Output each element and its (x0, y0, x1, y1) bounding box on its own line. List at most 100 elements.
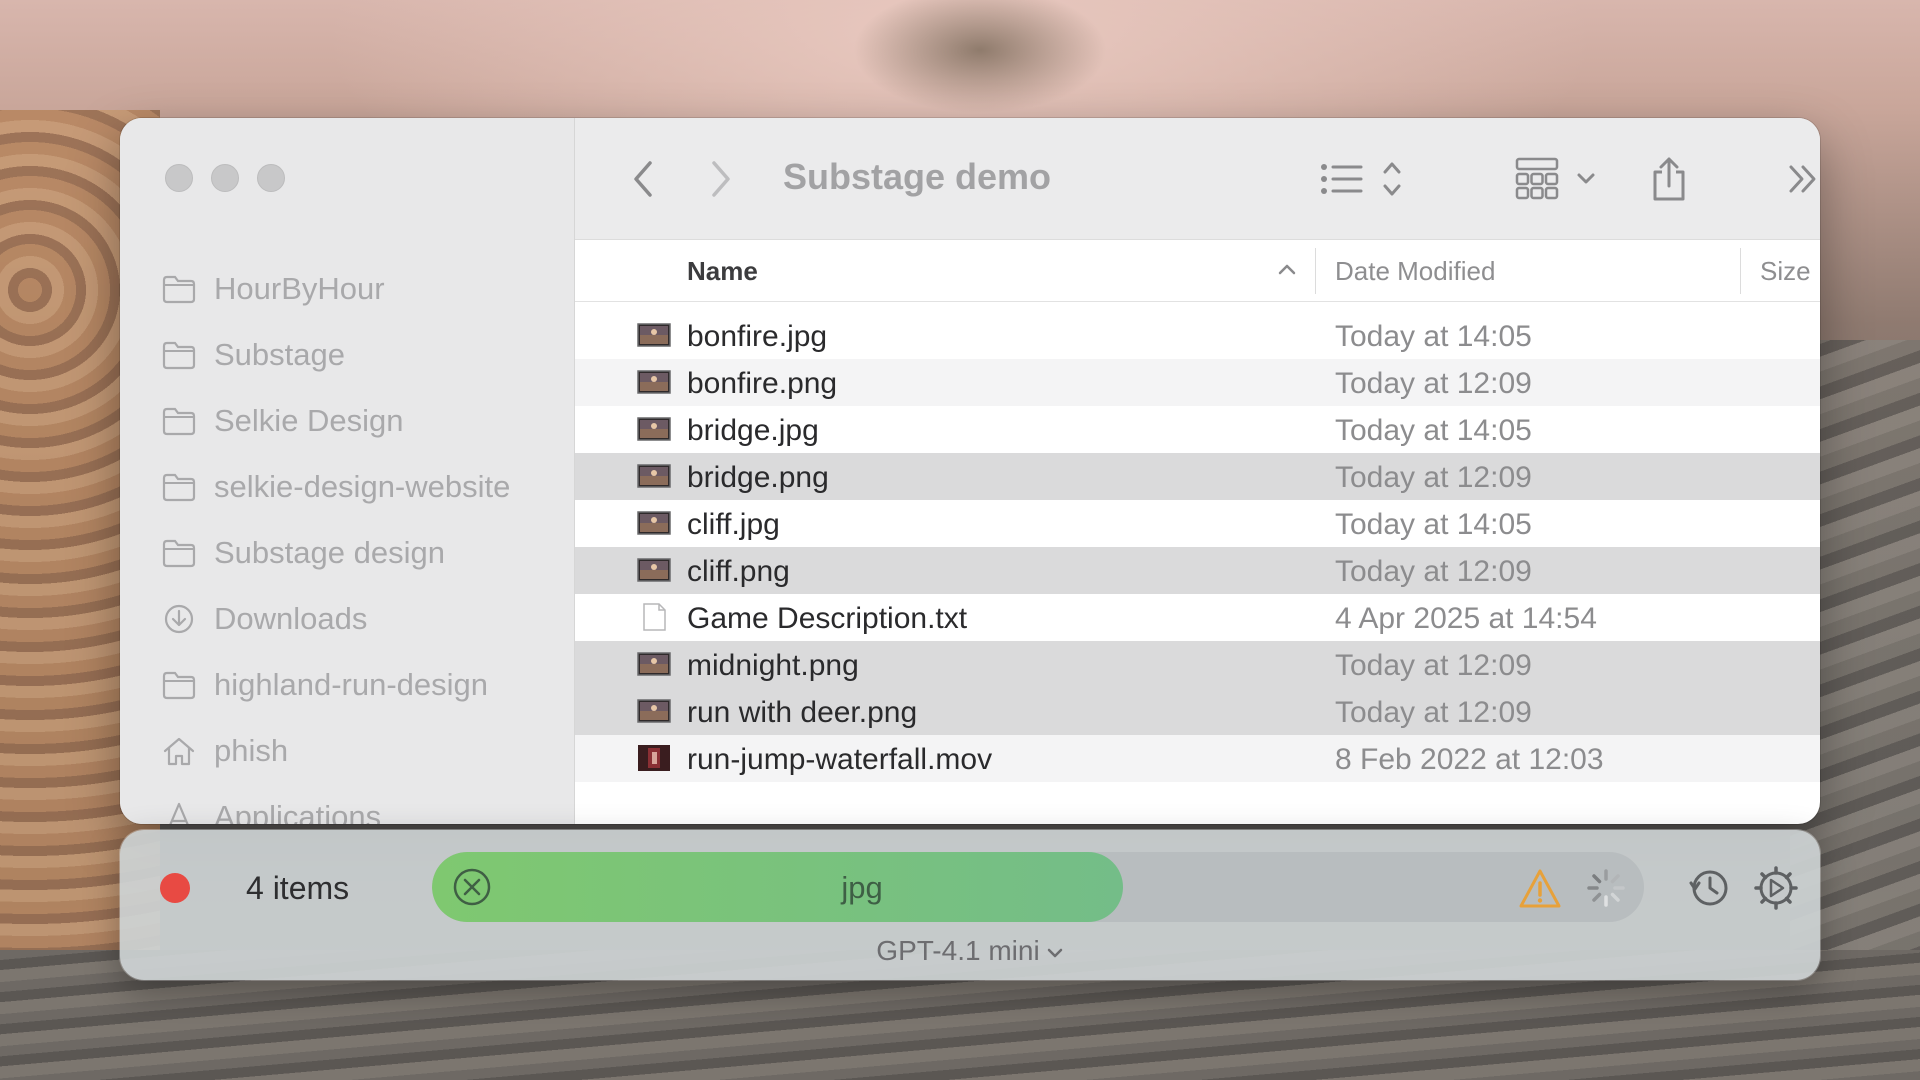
model-selector[interactable]: GPT-4.1 mini (120, 935, 1820, 967)
sidebar-item-label: Substage (214, 337, 345, 372)
sidebar-item-label: Downloads (214, 601, 368, 636)
record-indicator[interactable] (160, 873, 190, 903)
file-name: Game Description.txt (687, 602, 968, 635)
applications-icon (162, 802, 196, 824)
image-thumb-icon (637, 321, 671, 349)
sidebar-item-substage[interactable]: Substage (162, 322, 574, 388)
sidebar-item-selkie-design[interactable]: Selkie Design (162, 388, 574, 454)
model-selector-label: GPT-4.1 mini (876, 935, 1040, 966)
file-row[interactable]: bridge.jpg Today at 14:05 (575, 406, 1820, 453)
download-icon (162, 604, 196, 634)
chevron-left-icon (634, 161, 652, 197)
file-name: bridge.png (687, 461, 829, 494)
file-row[interactable]: bridge.png Today at 12:09 (575, 453, 1820, 500)
file-row[interactable]: cliff.jpg Today at 14:05 (575, 500, 1820, 547)
sidebar-item-label: highland-run-design (214, 667, 489, 702)
chevron-down-icon (1047, 948, 1062, 957)
file-name: bonfire.png (687, 367, 838, 400)
file-row[interactable]: bonfire.jpg Today at 14:05 (575, 312, 1820, 359)
file-date-modified: Today at 12:09 (1335, 367, 1532, 400)
column-divider[interactable] (1315, 248, 1316, 294)
sidebar-item-highland-run-design[interactable]: highland-run-design (162, 652, 574, 718)
file-name: cliff.jpg (687, 508, 780, 541)
column-name-header[interactable]: Name (687, 256, 758, 287)
file-name: run-jump-waterfall.mov (687, 743, 993, 776)
selected-items-count: 4 items (246, 870, 350, 906)
prompt-field[interactable]: jpg (432, 852, 1644, 922)
file-date-modified: Today at 12:09 (1335, 696, 1532, 729)
image-thumb-icon (637, 556, 671, 584)
file-row[interactable]: cliff.png Today at 12:09 (575, 547, 1820, 594)
sidebar-item-substage-design[interactable]: Substage design (162, 520, 574, 586)
file-name: bonfire.jpg (687, 320, 828, 353)
loading-spinner-icon (1587, 869, 1625, 907)
file-name: midnight.png (687, 649, 859, 682)
forward-button[interactable] (701, 154, 741, 204)
sidebar-item-label: phish (214, 733, 289, 768)
file-row[interactable]: run with deer.png Today at 12:09 (575, 688, 1820, 735)
file-name: run with deer.png (687, 696, 918, 729)
image-thumb-icon (637, 368, 671, 396)
file-date-modified: Today at 14:05 (1335, 414, 1532, 447)
window-title: Substage demo (783, 156, 1052, 197)
column-header-row: Name Date Modified Size (575, 240, 1820, 302)
file-row[interactable]: Game Description.txt 4 Apr 2025 at 14:54 (575, 594, 1820, 641)
sidebar-item-selkie-design-website[interactable]: selkie-design-website (162, 454, 574, 520)
double-chevron-right-icon (1789, 165, 1816, 193)
toolbar: Substage demo (575, 118, 1820, 240)
image-thumb-icon (637, 697, 671, 725)
list-view-button[interactable] (1320, 154, 1410, 204)
sidebar-item-label: Substage design (214, 535, 445, 570)
finder-window: HourByHour Substage Selkie Design selkie-de… (120, 118, 1820, 824)
settings-gear-icon[interactable] (1754, 866, 1798, 910)
file-row[interactable]: run-jump-waterfall.mov 8 Feb 2022 at 12:0… (575, 735, 1820, 782)
sidebar-item-phish[interactable]: phish (162, 718, 574, 784)
group-view-button[interactable] (1515, 154, 1605, 204)
sidebar-item-applications[interactable]: Applications (162, 784, 574, 824)
file-date-modified: Today at 12:09 (1335, 555, 1532, 588)
zoom-window-button[interactable] (257, 164, 285, 192)
file-date-modified: 8 Feb 2022 at 12:03 (1335, 743, 1604, 776)
sidebar-item-label: Applications (214, 799, 382, 824)
file-row[interactable]: bonfire.png Today at 12:09 (575, 359, 1820, 406)
column-divider[interactable] (1740, 248, 1741, 294)
history-icon[interactable] (1687, 866, 1731, 910)
column-date-header[interactable]: Date Modified (1335, 256, 1495, 287)
share-button[interactable] (1647, 154, 1691, 204)
file-date-modified: 4 Apr 2025 at 14:54 (1335, 602, 1597, 635)
sidebar-item-label: HourByHour (214, 271, 385, 306)
prompt-text: jpg (841, 870, 883, 905)
background-tree (780, 0, 1180, 120)
column-size-header[interactable]: Size (1760, 256, 1811, 287)
folder-icon (162, 472, 196, 502)
sidebar-item-downloads[interactable]: Downloads (162, 586, 574, 652)
back-button[interactable] (623, 154, 663, 204)
file-row[interactable]: midnight.png Today at 12:09 (575, 641, 1820, 688)
window-controls (165, 164, 285, 192)
minimize-window-button[interactable] (211, 164, 239, 192)
file-date-modified: Today at 12:09 (1335, 649, 1532, 682)
video-thumb-icon (637, 744, 671, 772)
folder-icon (162, 538, 196, 568)
image-thumb-icon (637, 509, 671, 537)
warning-icon[interactable] (1518, 868, 1562, 910)
sort-ascending-icon[interactable] (1277, 262, 1297, 276)
folder-icon (162, 406, 196, 436)
list-view-icon (1321, 162, 1401, 196)
close-window-button[interactable] (165, 164, 193, 192)
home-icon (162, 736, 196, 766)
file-list: bonfire.jpg Today at 14:05 bonfire.png Toda… (575, 312, 1820, 782)
file-date-modified: Today at 12:09 (1335, 461, 1532, 494)
grid-view-icon (1515, 157, 1595, 200)
folder-icon (162, 340, 196, 370)
file-date-modified: Today at 14:05 (1335, 508, 1532, 541)
sidebar: HourByHour Substage Selkie Design selkie-de… (120, 118, 575, 824)
image-thumb-icon (637, 462, 671, 490)
image-thumb-icon (637, 415, 671, 443)
sidebar-item-label: selkie-design-website (214, 469, 511, 504)
chevron-right-icon (712, 161, 730, 197)
substage-bar: 4 items jpg GPT-4.1 mini (120, 830, 1820, 980)
more-toolbar-button[interactable] (1783, 154, 1820, 204)
image-thumb-icon (637, 650, 671, 678)
sidebar-item-hourbyhour[interactable]: HourByHour (162, 256, 574, 322)
